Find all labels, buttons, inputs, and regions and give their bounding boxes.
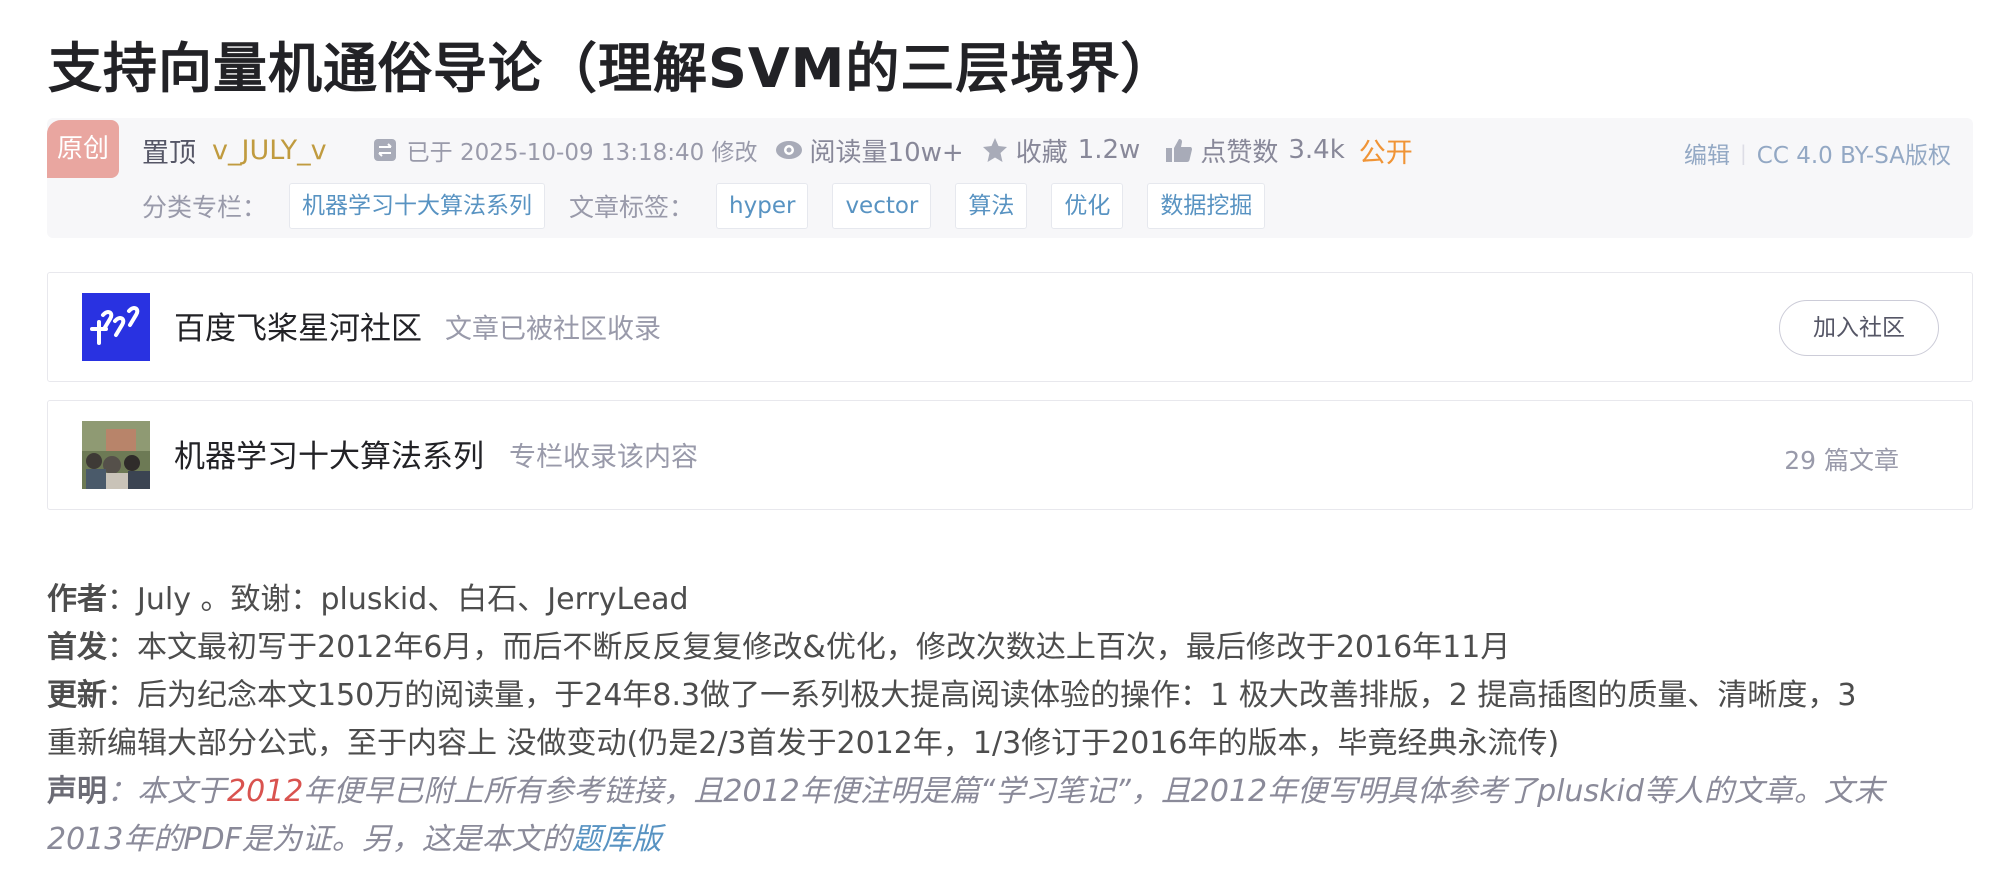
tag-vector[interactable]: vector bbox=[832, 183, 932, 229]
tag-data-mining[interactable]: 数据挖掘 bbox=[1147, 183, 1266, 229]
column-name[interactable]: 机器学习十大算法系列 bbox=[174, 431, 484, 476]
star-icon[interactable] bbox=[980, 136, 1008, 164]
category-tags-row: 分类专栏： 机器学习十大算法系列 文章标签： hyper vector 算法 优… bbox=[142, 183, 1266, 229]
first-label: 首发 bbox=[47, 630, 107, 665]
statement-year: 2012 bbox=[227, 774, 304, 809]
edit-link[interactable]: 编辑 bbox=[1684, 136, 1730, 170]
author-line: 作者：July 。致谢：pluskid、白石、JerryLead bbox=[47, 576, 1973, 624]
community-name[interactable]: 百度飞桨星河社区 bbox=[174, 303, 422, 348]
update-label: 更新 bbox=[47, 678, 107, 713]
likes-label: 点赞数 bbox=[1200, 137, 1279, 168]
join-community-button[interactable]: 加入社区 bbox=[1779, 300, 1939, 356]
license-link[interactable]: CC 4.0 BY-SA版权 bbox=[1757, 136, 1951, 170]
favorites-count: 1.2w bbox=[1077, 135, 1141, 165]
first-published-line: 首发：本文最初写于2012年6月，而后不断反反复复修改&优化，修改次数达上百次，… bbox=[47, 624, 1973, 672]
statement-line-2: 2013年的PDF是为证。另，这是本文的题库版 bbox=[47, 816, 1973, 864]
modify-icon bbox=[371, 136, 399, 164]
community-card[interactable]: 百度飞桨星河社区 文章已被社区收录 加入社区 bbox=[47, 272, 1973, 382]
statement-text-b: 年便早已附上所有参考链接，且2012年便注明是篇“学习笔记”，且2012年便写明… bbox=[303, 774, 1884, 809]
question-bank-link[interactable]: 题库版 bbox=[572, 822, 662, 857]
eye-icon bbox=[774, 136, 802, 164]
tags-label: 文章标签： bbox=[569, 193, 695, 222]
update-line: 更新：后为纪念本文150万的阅读量，于24年8.3做了一系列极大提高阅读体验的操… bbox=[47, 672, 1973, 720]
statement-text-c: 2013年的PDF是为证。另，这是本文的 bbox=[47, 822, 572, 857]
column-thumbnail bbox=[82, 421, 150, 489]
community-subtitle: 文章已被社区收录 bbox=[445, 314, 661, 345]
paddle-logo-icon bbox=[82, 293, 150, 361]
article-title: 支持向量机通俗导论（理解SVM的三层境界） bbox=[48, 37, 1176, 100]
category-tag[interactable]: 机器学习十大算法系列 bbox=[289, 183, 546, 229]
column-card[interactable]: 机器学习十大算法系列 专栏收录该内容 29 篇文章 bbox=[47, 400, 1973, 510]
article-count: 29 篇文章 bbox=[1784, 446, 1899, 475]
modified-date: 已于 2025-10-09 13:18:40 修改 bbox=[406, 140, 758, 166]
original-badge: 原创 bbox=[47, 120, 119, 178]
update-line-2: 重新编辑大部分公式，至于内容上 没做变动(仍是2/3首发于2012年，1/3修订… bbox=[47, 720, 1973, 768]
statement-text-a: ：本文于 bbox=[107, 774, 227, 809]
tag-algorithm[interactable]: 算法 bbox=[955, 183, 1028, 229]
first-text: ：本文最初写于2012年6月，而后不断反反复复修改&优化，修改次数达上百次，最后… bbox=[107, 630, 1511, 665]
divider: | bbox=[1740, 141, 1747, 165]
update-text: ：后为纪念本文150万的阅读量，于24年8.3做了一系列极大提高阅读体验的操作：… bbox=[107, 678, 1857, 713]
view-count: 阅读量10w+ bbox=[809, 137, 964, 168]
favorites-label: 收藏 bbox=[1015, 137, 1068, 168]
statement-label: 声明 bbox=[47, 774, 107, 809]
author-link[interactable]: v_JULY_v bbox=[212, 135, 327, 166]
author-label: 作者 bbox=[47, 582, 107, 617]
statement-line: 声明：本文于2012年便早已附上所有参考链接，且2012年便注明是篇“学习笔记”… bbox=[47, 768, 1973, 816]
tag-hyper[interactable]: hyper bbox=[716, 183, 809, 229]
visibility-label: 公开 bbox=[1358, 137, 1413, 169]
pinned-label: 置顶 bbox=[142, 137, 196, 169]
thumbs-up-icon[interactable] bbox=[1164, 136, 1193, 164]
meta-actions: 编辑 | CC 4.0 BY-SA版权 bbox=[1684, 136, 1951, 170]
column-subtitle: 专栏收录该内容 bbox=[509, 442, 698, 473]
tag-optimization[interactable]: 优化 bbox=[1051, 183, 1124, 229]
article-meta: 原创 置顶 v_JULY_v 已于 2025-10-09 13:18:40 修改… bbox=[47, 118, 1973, 238]
likes-count: 3.4k bbox=[1288, 135, 1345, 165]
update-text-2: 重新编辑大部分公式，至于内容上 没做变动(仍是2/3首发于2012年，1/3修订… bbox=[47, 726, 1560, 761]
article-body: 作者：July 。致谢：pluskid、白石、JerryLead 首发：本文最初… bbox=[47, 576, 1973, 864]
author-text: ：July 。致谢：pluskid、白石、JerryLead bbox=[107, 582, 689, 617]
category-label: 分类专栏： bbox=[142, 193, 268, 222]
meta-info-row: 置顶 v_JULY_v 已于 2025-10-09 13:18:40 修改 阅读… bbox=[142, 132, 1413, 169]
